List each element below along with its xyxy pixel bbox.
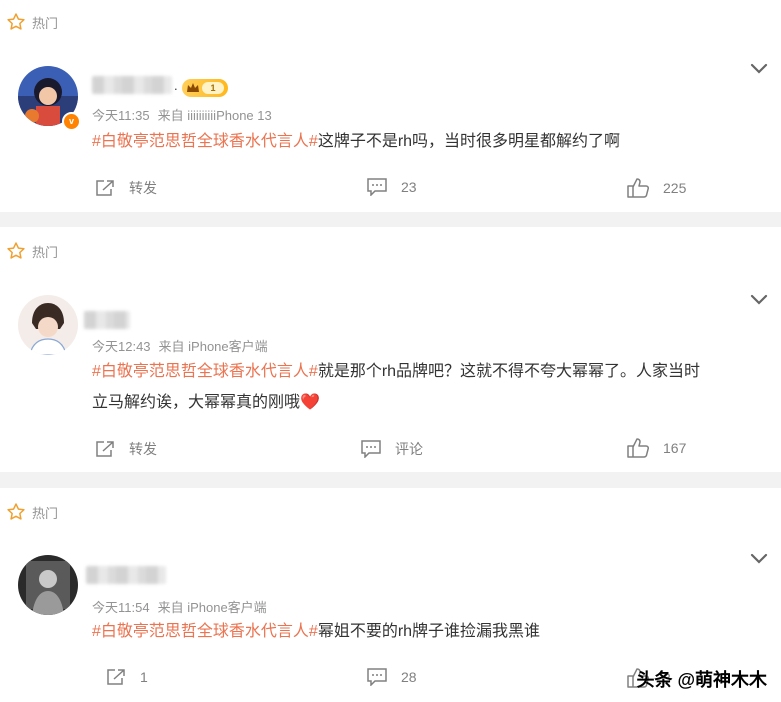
- comment-icon: [361, 440, 381, 458]
- comment-body: 幂姐不要的rh牌子谁捡漏我黑谁: [317, 623, 541, 640]
- heart-emoji: ❤️: [300, 394, 320, 411]
- repost-label: 转发: [129, 180, 157, 196]
- chevron-down-icon[interactable]: [749, 62, 769, 76]
- repost-button[interactable]: 1: [106, 668, 148, 686]
- crown-icon: [187, 83, 199, 92]
- repost-button[interactable]: 转发: [95, 439, 157, 459]
- comment-button[interactable]: 23: [367, 178, 417, 196]
- comment-text: #白敬亭范思哲全球香水代言人#幂姐不要的rh牌子谁捡漏我黑谁: [92, 616, 772, 647]
- topic-link[interactable]: #白敬亭范思哲全球香水代言人#: [92, 363, 318, 380]
- hot-label: 热门: [32, 244, 59, 260]
- comment-count: 23: [401, 179, 417, 195]
- username-blurred[interactable]: [92, 76, 172, 94]
- repost-button[interactable]: 转发: [95, 178, 157, 198]
- timestamp: 今天11:35: [92, 108, 150, 123]
- timestamp: 今天11:54: [92, 600, 150, 615]
- hot-star-icon: [7, 13, 25, 30]
- vip-level-badge[interactable]: 1: [182, 79, 228, 97]
- comment-meta: 今天11:54 来自 iPhone客户端: [92, 597, 267, 616]
- hot-row: 热门: [6, 12, 58, 32]
- username-suffix: .: [174, 78, 178, 93]
- source: 来自 iPhone客户端: [158, 339, 268, 354]
- timestamp: 今天12:43: [92, 339, 151, 354]
- avatar[interactable]: [18, 295, 78, 355]
- hot-row: 热门: [6, 241, 58, 261]
- username-blurred[interactable]: [86, 566, 166, 584]
- comment-card-1: 热门 v . 1 今天11:35 来自 iiiiiiiiiiPhone 13 #白…: [0, 0, 781, 212]
- comment-body: 就是那个rh品牌吧？这就不得不夸大幂幂了。人家当时: [317, 363, 701, 380]
- like-count: 167: [663, 440, 687, 456]
- like-icon: [627, 438, 649, 458]
- hot-label: 热门: [32, 505, 59, 521]
- like-icon: [627, 178, 649, 198]
- comment-text: #白敬亭范思哲全球香水代言人#这牌子不是rh吗，当时很多明星都解约了啊: [92, 126, 772, 157]
- comment-card-2: 热门 今天12:43 来自 iPhone客户端 #白敬亭范思哲全球香水代言人#就是…: [0, 227, 781, 472]
- hot-star-icon: [7, 503, 25, 520]
- comment-meta: 今天12:43 来自 iPhone客户端: [92, 336, 268, 355]
- comment-count: 评论: [395, 441, 423, 457]
- hot-star-icon: [7, 242, 25, 259]
- hot-row: 热门: [6, 502, 58, 522]
- level-number: 1: [202, 82, 224, 94]
- comment-meta: 今天11:35 来自 iiiiiiiiiiPhone 13: [92, 105, 272, 124]
- repost-icon: [96, 441, 114, 457]
- source: 来自 iiiiiiiiiiPhone 13: [157, 108, 272, 123]
- username-blurred[interactable]: [84, 311, 130, 329]
- topic-link[interactable]: #白敬亭范思哲全球香水代言人#: [92, 623, 318, 640]
- comment-count: 28: [401, 669, 417, 685]
- chevron-down-icon[interactable]: [749, 293, 769, 307]
- hot-label: 热门: [32, 15, 59, 31]
- comment-icon: [367, 178, 387, 196]
- like-button[interactable]: 167: [627, 438, 686, 458]
- comment-button[interactable]: 评论: [361, 439, 423, 459]
- comment-body-line2: 立马解约诶，大幂幂真的刚哦: [92, 394, 301, 411]
- watermark: 头条 @萌神木木: [636, 670, 767, 690]
- comment-body: 这牌子不是rh吗，当时很多明星都解约了啊: [317, 133, 621, 150]
- avatar[interactable]: [18, 555, 78, 615]
- chevron-down-icon[interactable]: [749, 552, 769, 566]
- like-button[interactable]: 225: [627, 178, 686, 198]
- comment-icon: [367, 668, 387, 686]
- verified-badge: v: [62, 112, 81, 131]
- like-count: 225: [663, 180, 687, 196]
- comment-text: #白敬亭范思哲全球香水代言人#就是那个rh品牌吧？这就不得不夸大幂幂了。人家当时…: [92, 356, 772, 418]
- comment-button[interactable]: 28: [367, 668, 417, 686]
- topic-link[interactable]: #白敬亭范思哲全球香水代言人#: [92, 133, 318, 150]
- repost-label: 转发: [129, 441, 157, 457]
- repost-icon: [96, 180, 114, 196]
- source: 来自 iPhone客户端: [157, 600, 267, 615]
- repost-icon: [107, 669, 125, 685]
- repost-count: 1: [140, 669, 148, 685]
